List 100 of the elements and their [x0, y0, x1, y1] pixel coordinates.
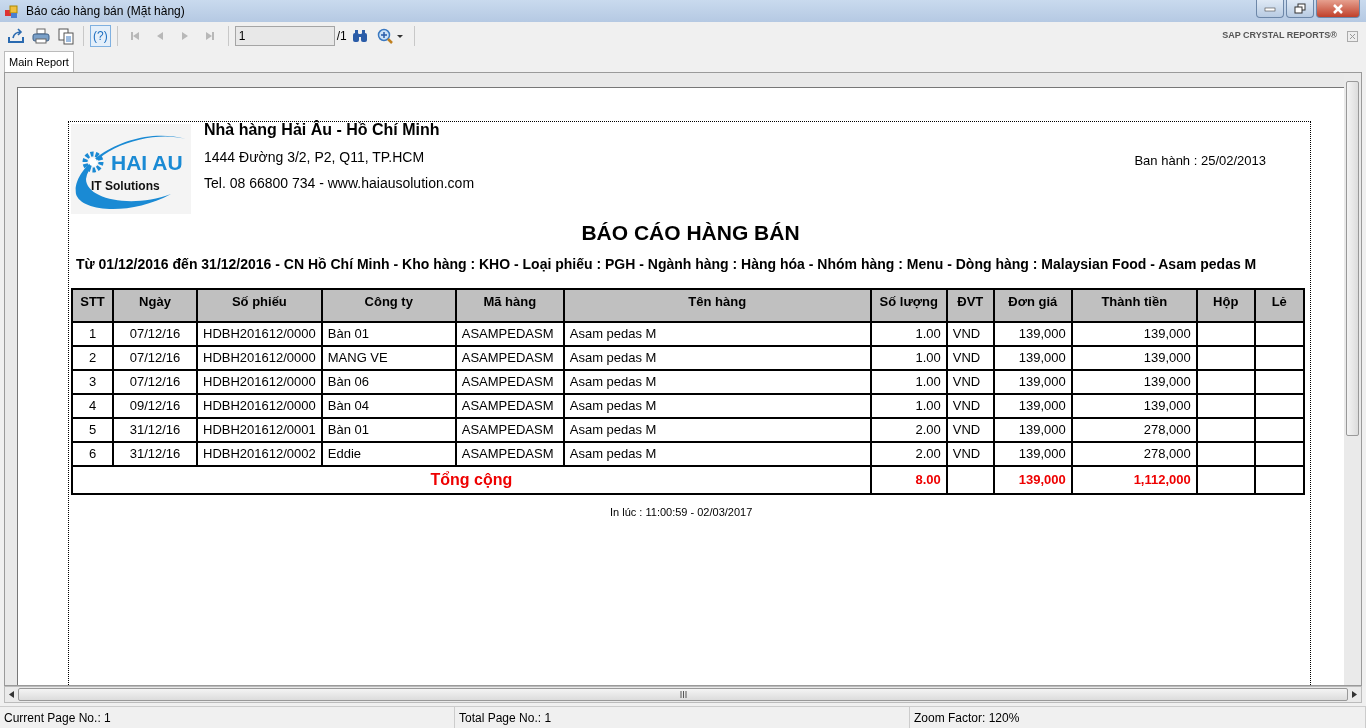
minimize-icon	[1264, 5, 1276, 12]
table-cell: 31/12/16	[113, 442, 197, 466]
table-cell: 139,000	[993, 442, 1072, 466]
table-cell: 1	[72, 322, 113, 346]
help-button[interactable]: (?)	[90, 25, 111, 47]
table-cell: 139,000	[1071, 394, 1197, 418]
table-cell: ASAMPEDASM	[455, 370, 564, 394]
table-cell: VND	[946, 370, 994, 394]
column-header: Hộp	[1196, 289, 1255, 322]
scroll-right-icon[interactable]	[1352, 691, 1357, 698]
table-cell: HDBH201612/0002	[197, 442, 322, 466]
table-cell: VND	[946, 394, 994, 418]
table-cell: 2.00	[870, 442, 947, 466]
total-unit-price: 139,000	[993, 466, 1072, 494]
status-text: Current Page No.: 1	[0, 707, 455, 728]
table-cell: 139,000	[993, 322, 1072, 346]
table-cell: Asam pedas M	[563, 394, 871, 418]
table-cell: 3	[72, 370, 113, 394]
minimize-button[interactable]	[1256, 0, 1284, 18]
column-header: Công ty	[321, 289, 456, 322]
column-header: Mã hàng	[455, 289, 564, 322]
table-cell: ASAMPEDASM	[455, 442, 564, 466]
vertical-scrollbar[interactable]	[1344, 73, 1361, 685]
table-cell: 4	[72, 394, 113, 418]
table-cell: 139,000	[993, 394, 1072, 418]
table-cell: 139,000	[1071, 346, 1197, 370]
table-cell: MANG VE	[321, 346, 456, 370]
table-cell: VND	[946, 346, 994, 370]
close-tab-icon[interactable]	[1347, 30, 1358, 42]
table-cell: 07/12/16	[113, 370, 197, 394]
table-cell: 278,000	[1071, 442, 1197, 466]
table-cell: 139,000	[993, 370, 1072, 394]
table-cell: VND	[946, 418, 994, 442]
table-cell: 139,000	[1071, 370, 1197, 394]
table-cell: 1.00	[870, 322, 947, 346]
column-header: ĐVT	[946, 289, 994, 322]
print-time: In lúc : 11:00:59 - 02/03/2017	[610, 505, 754, 520]
table-cell: HDBH201612/0000	[197, 322, 322, 346]
table-cell: 07/12/16	[113, 322, 197, 346]
table-cell: Asam pedas M	[563, 418, 871, 442]
table-cell: ASAMPEDASM	[455, 322, 564, 346]
table-cell: 1.00	[870, 346, 947, 370]
company-address: 1444 Đường 3/2, P2, Q11, TP.HCM	[204, 150, 426, 164]
brand-text: SAP CRYSTAL REPORTS®	[1222, 29, 1337, 43]
table-cell: 5	[72, 418, 113, 442]
close-button[interactable]	[1316, 0, 1360, 18]
column-header: Tên hàng	[563, 289, 871, 322]
table-cell: HDBH201612/0001	[197, 418, 322, 442]
column-header: Đơn giá	[993, 289, 1072, 322]
grip-icon	[679, 691, 687, 698]
table-cell: 278,000	[1071, 418, 1197, 442]
table-cell: 6	[72, 442, 113, 466]
status-text: Total Page No.: 1	[455, 707, 910, 728]
table-cell: Bàn 01	[321, 322, 456, 346]
table-cell: 2	[72, 346, 113, 370]
table-cell: Bàn 04	[321, 394, 456, 418]
table-cell: 139,000	[993, 418, 1072, 442]
table-cell: 1.00	[870, 370, 947, 394]
column-header: Lẻ	[1254, 289, 1304, 322]
table-cell: Eddie	[321, 442, 456, 466]
scroll-left-icon[interactable]	[9, 691, 14, 698]
table-cell: Bàn 01	[321, 418, 456, 442]
close-icon	[1332, 3, 1344, 14]
table-cell: Asam pedas M	[563, 322, 871, 346]
page-number-field[interactable]: 1	[234, 26, 335, 46]
restore-button[interactable]	[1286, 0, 1314, 18]
window-title: Báo cáo hàng bán (Mặt hàng)	[26, 3, 185, 20]
report-tab[interactable]: Main Report	[4, 50, 74, 72]
print-icon[interactable]	[29, 25, 52, 47]
report-title: BÁO CÁO HÀNG BÁN	[580, 220, 801, 246]
table-cell: VND	[946, 442, 994, 466]
company-logo: HAI AU IT Solutions	[71, 124, 191, 214]
table-cell: HDBH201612/0000	[197, 394, 322, 418]
table-cell: 1.00	[870, 394, 947, 418]
table-cell: HDBH201612/0000	[197, 346, 322, 370]
column-header: Ngày	[113, 289, 197, 322]
table-cell: 2.00	[870, 418, 947, 442]
company-contact: Tel. 08 66800 734 - www.haiausolution.com	[204, 176, 475, 190]
table-cell: 31/12/16	[113, 418, 197, 442]
table-cell: ASAMPEDASM	[455, 418, 564, 442]
total-amount: 1,112,000	[1071, 466, 1197, 494]
column-header: STT	[72, 289, 113, 322]
status-text: Zoom Factor: 120%	[910, 707, 1366, 728]
table-cell: 139,000	[1071, 322, 1197, 346]
column-header: Thành tiền	[1071, 289, 1197, 322]
table-cell: ASAMPEDASM	[455, 346, 564, 370]
page-total-text: /1	[336, 28, 347, 45]
table-cell: Asam pedas M	[563, 370, 871, 394]
table-cell: Bàn 06	[321, 370, 456, 394]
company-name: Nhà hàng Hải Âu - Hồ Chí Minh	[204, 122, 441, 138]
table-cell: 09/12/16	[113, 394, 197, 418]
horizontal-scrollbar[interactable]	[4, 686, 1362, 703]
total-label: Tổng cộng	[72, 466, 871, 494]
total-quantity: 8.00	[870, 466, 947, 494]
table-cell: ASAMPEDASM	[455, 394, 564, 418]
app-icon	[4, 4, 18, 19]
column-header: Số phiếu	[197, 289, 322, 322]
table-cell: VND	[946, 322, 994, 346]
restore-icon	[1294, 3, 1306, 14]
issue-date: Ban hành : 25/02/2013	[1134, 152, 1266, 170]
